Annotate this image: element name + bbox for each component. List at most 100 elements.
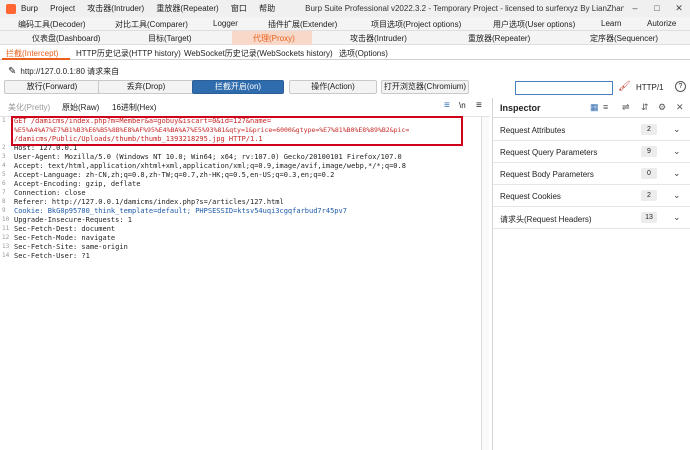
menu-repeater[interactable]: 重放器(Repeater) [156, 4, 218, 13]
newline-icon[interactable]: \n [459, 101, 466, 110]
help-icon[interactable]: ? [675, 81, 686, 92]
menu-bar: Burp Project 攻击器(Intruder) 重放器(Repeater)… [21, 3, 285, 14]
highlight-icon[interactable]: 🖌 [618, 81, 631, 92]
menu-help[interactable]: 帮助 [259, 4, 275, 13]
inspector-section-headers[interactable]: 请求头(Request Headers) 13 ⌄ [493, 207, 690, 229]
request-line: Cookie: BkG0p95780_think_template=defaul… [14, 207, 347, 215]
section-count: 2 [641, 190, 657, 201]
open-browser-button[interactable]: 打开浏览器(Chromium) [381, 80, 469, 94]
tab-learn[interactable]: Learn [601, 19, 621, 28]
minimize-icon[interactable]: – [624, 3, 646, 14]
line-number: 13 [2, 243, 10, 250]
layout-grid-icon[interactable]: ▦ [590, 102, 599, 113]
request-line: Accept-Language: zh-CN,zh;q=0.8,zh-TW;q=… [14, 171, 335, 179]
request-line: Connection: close [14, 189, 86, 197]
section-count: 13 [641, 212, 657, 223]
line-number: 3 [2, 153, 6, 160]
inspector-header: Inspector ▦ ≡ ⇌ ⇵ ⚙ ✕ [493, 98, 690, 118]
action-button[interactable]: 操作(Action) [289, 80, 377, 94]
line-number: 1 [2, 117, 6, 124]
chevron-down-icon[interactable]: ⌄ [673, 190, 681, 201]
line-number: 11 [2, 225, 10, 232]
menu-project[interactable]: Project [50, 4, 75, 13]
line-number: 6 [2, 180, 6, 187]
tab-intruder[interactable]: 攻击器(Intruder) [350, 33, 407, 44]
line-number: 2 [2, 144, 6, 151]
sort-icon[interactable]: ⇵ [641, 102, 649, 113]
line-number: 14 [2, 252, 10, 259]
window-title: Burp Suite Professional v2022.3.2 - Temp… [305, 4, 624, 13]
intercept-toggle-button[interactable]: 拦截开启(on) [192, 80, 284, 94]
tab-logger[interactable]: Logger [213, 19, 238, 28]
tab-user-options[interactable]: 用户选项(User options) [493, 19, 575, 30]
menu-intruder[interactable]: 攻击器(Intruder) [87, 4, 144, 13]
tab-pretty[interactable]: 美化(Pretty) [8, 102, 50, 113]
chevron-down-icon[interactable]: ⌄ [673, 168, 681, 179]
section-label: 请求头(Request Headers) [500, 215, 592, 224]
tab-repeater[interactable]: 重放器(Repeater) [468, 33, 530, 44]
line-number: 4 [2, 162, 6, 169]
request-line: /damicms/Public/Uploads/thumb/thumb_1393… [14, 135, 263, 143]
line-number: 12 [2, 234, 10, 241]
chevron-down-icon[interactable]: ⌄ [673, 124, 681, 135]
section-count: 2 [641, 124, 657, 135]
chevron-down-icon[interactable]: ⌄ [673, 146, 681, 157]
request-line: Sec-Fetch-Site: same-origin [14, 243, 128, 251]
tab-project-options[interactable]: 项目选项(Project options) [371, 19, 461, 30]
tab-decoder[interactable]: 编码工具(Decoder) [18, 19, 86, 30]
search-input[interactable] [515, 81, 613, 95]
section-label: Request Cookies [500, 192, 561, 201]
close-icon[interactable]: ✕ [668, 3, 690, 14]
proxy-subtabs: 拦截(Intercept) HTTP历史记录(HTTP history) Web… [0, 45, 690, 60]
inspector-section-request-attributes[interactable]: Request Attributes 2 ⌄ [493, 119, 690, 141]
request-editor[interactable]: 1 2 3 4 5 6 7 8 9 10 11 12 13 14 GET /da… [0, 116, 490, 450]
active-subtab-underline [2, 58, 70, 60]
chevron-down-icon[interactable]: ⌄ [673, 212, 681, 223]
forward-button[interactable]: 放行(Forward) [4, 80, 100, 94]
subtab-http-history[interactable]: HTTP历史记录(HTTP history) [76, 48, 181, 59]
tab-raw[interactable]: 原始(Raw) [62, 102, 99, 113]
tab-target[interactable]: 目标(Target) [148, 33, 192, 44]
tab-extender[interactable]: 插件扩展(Extender) [268, 19, 337, 30]
line-number: 7 [2, 189, 6, 196]
tab-proxy[interactable]: 代理(Proxy) [253, 33, 295, 44]
gear-icon[interactable]: ⚙ [658, 102, 666, 113]
wrap-icon[interactable]: ≡ [444, 100, 450, 111]
burp-logo-icon [6, 3, 16, 14]
inspector-section-body-params[interactable]: Request Body Parameters 0 ⌄ [493, 163, 690, 185]
menu-burp[interactable]: Burp [21, 4, 38, 13]
drop-button[interactable]: 丢弃(Drop) [98, 80, 194, 94]
subtab-options[interactable]: 选项(Options) [339, 48, 388, 59]
menu-window[interactable]: 窗口 [231, 4, 247, 13]
editor-scrollbar[interactable] [481, 117, 489, 450]
pencil-icon: ✎ [8, 65, 17, 77]
tab-autorize[interactable]: Autorize [647, 19, 676, 28]
subtab-websockets-history[interactable]: WebSocket历史记录(WebSockets history) [184, 48, 333, 59]
inspector-panel: Inspector ▦ ≡ ⇌ ⇵ ⚙ ✕ Request Attributes… [492, 98, 690, 450]
line-number: 8 [2, 198, 6, 205]
request-info-bar: ✎ http://127.0.0.1:80 请求来自 [0, 62, 690, 80]
menu-icon[interactable]: ≡ [476, 100, 482, 111]
protocol-label[interactable]: HTTP/1 [636, 83, 664, 92]
section-count: 0 [641, 168, 657, 179]
section-label: Request Body Parameters [500, 170, 594, 179]
intercept-toolbar: 放行(Forward) 丢弃(Drop) 拦截开启(on) 操作(Action)… [0, 80, 690, 96]
request-line: Sec-Fetch-User: ?1 [14, 252, 90, 260]
tab-hex[interactable]: 16进制(Hex) [112, 102, 156, 113]
close-icon[interactable]: ✕ [676, 102, 684, 113]
maximize-icon[interactable]: □ [646, 3, 668, 14]
line-number: 9 [2, 207, 6, 214]
layout-list-icon[interactable]: ≡ [603, 102, 608, 112]
request-line: Host: 127.0.0.1 [14, 144, 78, 152]
inspector-section-query-params[interactable]: Request Query Parameters 9 ⌄ [493, 141, 690, 163]
inspector-section-cookies[interactable]: Request Cookies 2 ⌄ [493, 185, 690, 207]
tab-dashboard[interactable]: 仪表盘(Dashboard) [32, 33, 100, 44]
tab-comparer[interactable]: 对比工具(Comparer) [115, 19, 188, 30]
inspector-title: Inspector [500, 103, 541, 113]
request-line: Accept-Encoding: gzip, deflate [14, 180, 141, 188]
align-icon[interactable]: ⇌ [622, 102, 630, 113]
request-line: User-Agent: Mozilla/5.0 (Windows NT 10.0… [14, 153, 402, 161]
request-line: Sec-Fetch-Mode: navigate [14, 234, 116, 242]
request-line: Referer: http://127.0.0.1/damicms/index.… [14, 198, 284, 206]
tab-sequencer[interactable]: 定序器(Sequencer) [590, 33, 658, 44]
